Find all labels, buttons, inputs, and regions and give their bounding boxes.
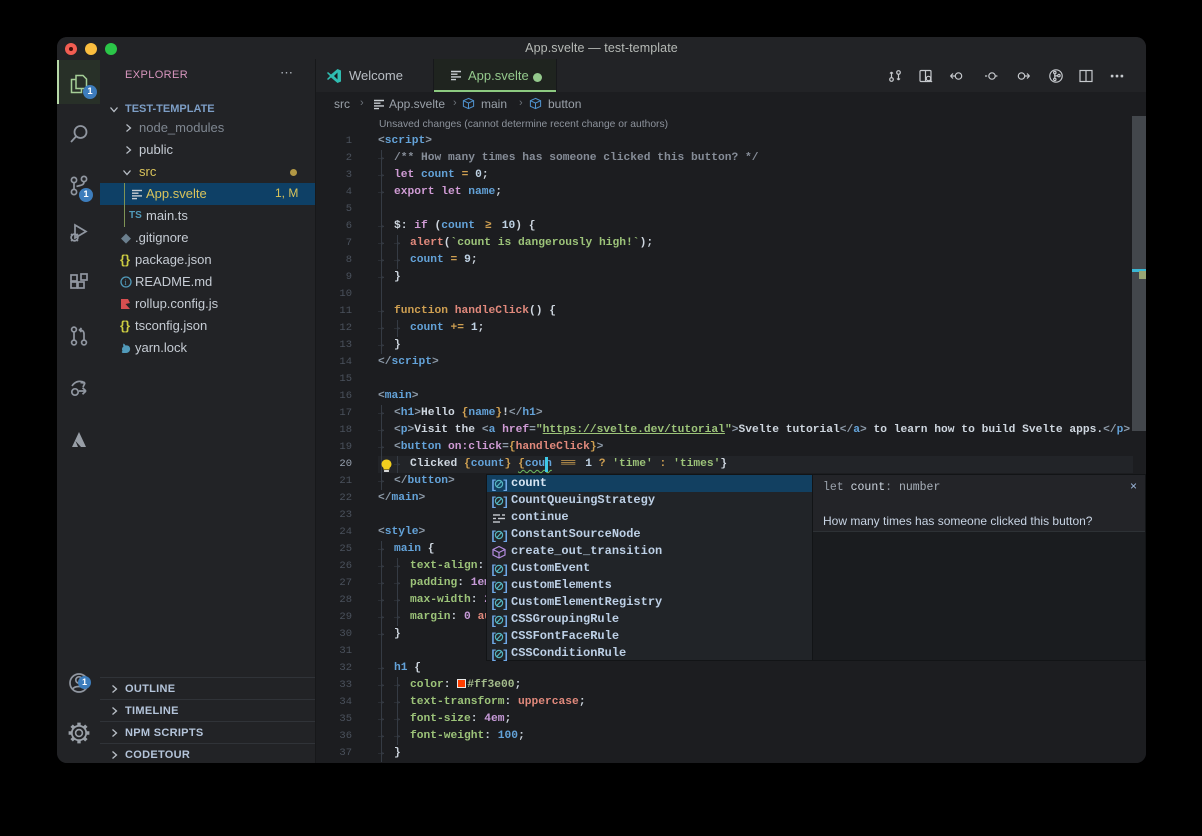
svg-text:[: [ — [490, 631, 497, 644]
svg-text:[: [ — [490, 478, 497, 491]
svg-text:i: i — [124, 277, 127, 287]
svg-text:[: [ — [490, 529, 497, 542]
svg-text:[: [ — [490, 597, 497, 610]
svg-text:[: [ — [490, 614, 497, 627]
svg-text:[: [ — [490, 495, 497, 508]
svg-text:[: [ — [490, 648, 497, 661]
svg-text:[: [ — [490, 563, 497, 576]
svg-text:[: [ — [490, 580, 497, 593]
